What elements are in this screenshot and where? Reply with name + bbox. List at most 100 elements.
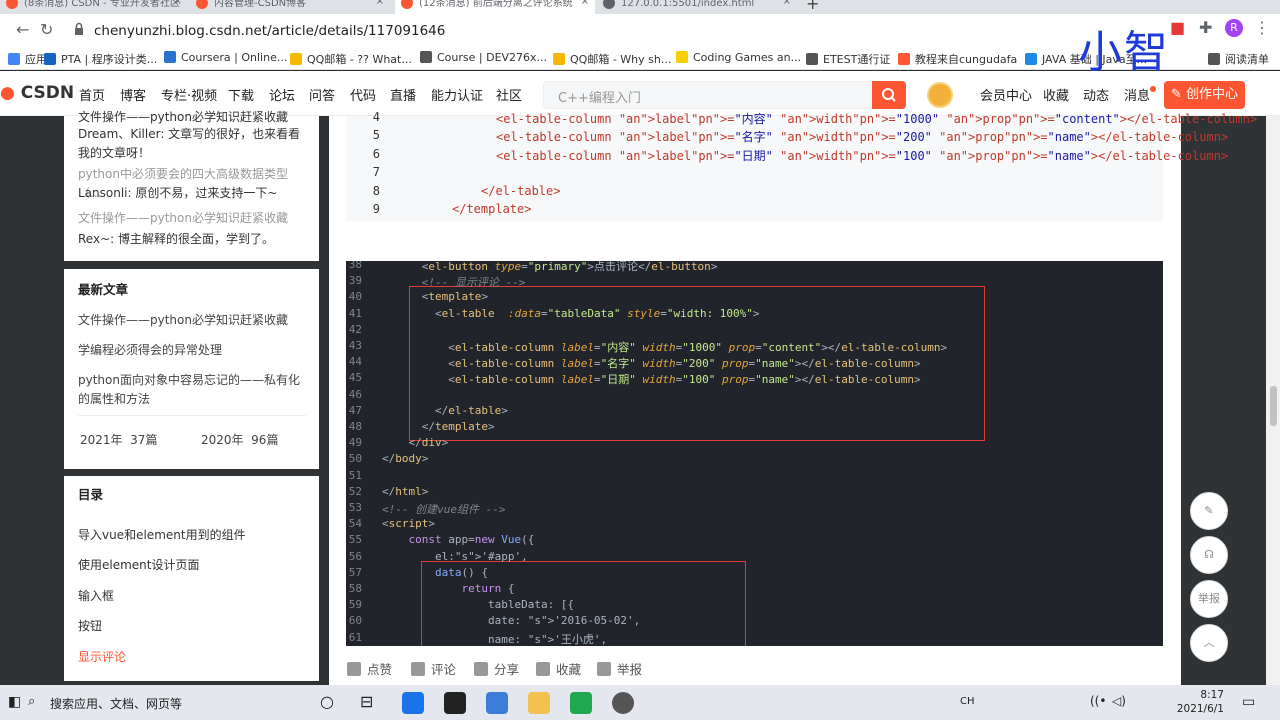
wifi-icon[interactable]: ((• xyxy=(1090,694,1106,708)
nav-item[interactable]: 代码 xyxy=(350,85,376,104)
scrollbar-thumb[interactable] xyxy=(1270,386,1277,426)
line-number: 49 xyxy=(348,436,362,450)
toc-item[interactable]: 输入框 xyxy=(78,587,114,604)
nav-item[interactable]: 下载 xyxy=(228,85,254,104)
toc-item[interactable]: 使用element设计页面 xyxy=(78,556,199,573)
recent-comment[interactable]: Rex~: 博主解释的很全面，学到了。 xyxy=(78,230,308,249)
recent-comment[interactable]: Lansonli: 原创不易，过来支持一下~ xyxy=(78,184,308,203)
volume-icon[interactable]: ◁) xyxy=(1112,694,1126,708)
back-to-top-button[interactable]: ︿ xyxy=(1190,624,1228,662)
toc-item[interactable]: 按钮 xyxy=(78,617,102,634)
code-block-light: 4 <el-table-column "an">label"pn">="内容" "… xyxy=(346,110,1257,221)
profile-avatar[interactable]: R xyxy=(1225,19,1243,37)
action-label: 分享 xyxy=(494,662,520,677)
notifications-icon[interactable]: ▭ xyxy=(1242,694,1255,710)
extension-icon[interactable]: ■ xyxy=(1170,18,1185,37)
scrollbar[interactable] xyxy=(1266,116,1280,685)
bookmark-item[interactable]: 教程来自cungudafa xyxy=(898,51,1017,67)
browser-tab[interactable]: (12条消息) 前后端分离之评论系统 × xyxy=(395,0,595,14)
user-avatar[interactable] xyxy=(927,82,953,108)
bookmark-item[interactable]: Coursera | Online... xyxy=(164,51,287,64)
bookmark-item[interactable]: Course | DEV276x... xyxy=(420,51,547,64)
edit-float-button[interactable]: ✎ xyxy=(1190,492,1228,530)
action-0[interactable]: 点赞 xyxy=(347,659,392,678)
recent-comment[interactable]: 文件操作——python必学知识赶紧收藏 xyxy=(78,209,308,228)
latest-article[interactable]: python面向对象中容易忘记的——私有化的属性和方法 xyxy=(78,371,308,409)
close-icon[interactable]: × xyxy=(581,0,589,7)
support-float-button[interactable]: ☊ xyxy=(1190,536,1228,574)
menu-icon[interactable]: ⋮ xyxy=(1254,18,1270,37)
bookmark-item[interactable]: 应用 xyxy=(8,51,47,67)
search-button[interactable] xyxy=(872,81,906,109)
csdn-logo[interactable]: ● CSDN xyxy=(0,83,74,103)
action-4[interactable]: 举报 xyxy=(597,659,642,678)
create-center-button[interactable]: ✎ 创作中心 xyxy=(1164,81,1245,109)
nav-item[interactable]: 社区 xyxy=(496,85,522,104)
collect-icon xyxy=(536,662,550,676)
puzzle-icon[interactable]: ✚ xyxy=(1199,18,1212,37)
obs-icon[interactable] xyxy=(612,692,634,714)
toc-item[interactable]: 显示评论 xyxy=(78,648,126,665)
recent-comment[interactable]: Dream、Killer: 文章写的很好，也来看看我的文章呀！ xyxy=(78,125,308,163)
bookmark-item[interactable]: QQ邮箱 - Why sh... xyxy=(553,51,671,67)
report-float-button[interactable]: 举报 xyxy=(1190,580,1228,618)
action-3[interactable]: 收藏 xyxy=(536,659,581,678)
action-label: 收藏 xyxy=(556,662,582,677)
share-icon xyxy=(474,662,488,676)
action-label: 举报 xyxy=(617,662,643,677)
line-number: 42 xyxy=(348,322,362,336)
windows-taskbar: ◧ ⌕ 搜索应用、文档、网页等 ○ ⊟ CH ((• ◁) 8:17 2021/6… xyxy=(0,685,1280,720)
bookmark-label: Coding Games an... xyxy=(693,51,802,64)
bookmark-item[interactable]: QQ邮箱 - ?? What... xyxy=(290,51,412,67)
typora-icon[interactable] xyxy=(444,692,466,714)
search-input[interactable]: C++编程入门 xyxy=(543,81,873,109)
action-1[interactable]: 评论 xyxy=(411,659,456,678)
nav-item[interactable]: 博客 xyxy=(120,85,146,104)
nav-item[interactable]: 专栏·视频 xyxy=(161,85,217,104)
line-number: 39 xyxy=(348,274,362,288)
nav-item[interactable]: 直播 xyxy=(390,85,416,104)
line-number: 52 xyxy=(348,484,362,498)
latest-article[interactable]: 学编程必须得会的异常处理 xyxy=(78,341,308,360)
action-2[interactable]: 分享 xyxy=(474,659,519,678)
address-bar[interactable]: chenyunzhi.blog.csdn.net/article/details… xyxy=(94,23,445,39)
close-icon[interactable]: × xyxy=(783,0,791,7)
line-number: 9 xyxy=(372,202,380,216)
nav-item[interactable]: 论坛 xyxy=(269,85,295,104)
chrome-icon[interactable] xyxy=(402,692,424,714)
language-indicator[interactable]: CH xyxy=(960,696,975,707)
latest-article[interactable]: 文件操作——python必学知识赶紧收藏 xyxy=(78,311,308,330)
taskbar-search[interactable]: 搜索应用、文档、网页等 xyxy=(50,695,182,712)
bookmark-item[interactable]: 阅读清单 xyxy=(1208,51,1269,67)
browser-tab[interactable]: 内容管理-CSDN博客 × xyxy=(190,0,390,14)
toc-item[interactable]: 导入vue和element用到的组件 xyxy=(78,526,246,543)
pycharm-icon[interactable] xyxy=(570,692,592,714)
nav-item[interactable]: 能力认证 xyxy=(431,85,483,104)
header-link[interactable]: 会员中心 xyxy=(980,85,1032,104)
windows-start-icon[interactable]: ◧ xyxy=(8,694,21,710)
nav-item[interactable]: 首页 xyxy=(79,85,105,104)
nav-item[interactable]: 问答 xyxy=(309,85,335,104)
back-icon[interactable]: ← xyxy=(16,20,29,39)
reload-icon[interactable]: ↻ xyxy=(40,20,53,39)
archive-item[interactable]: 2021年 37篇 xyxy=(80,431,157,450)
bookmark-item[interactable]: PTA | 程序设计类... xyxy=(44,51,157,67)
close-icon[interactable]: × xyxy=(174,0,182,7)
browser-tab[interactable]: (8条消息) CSDN - 专业开发者社区 × xyxy=(0,0,188,14)
line-number: 53 xyxy=(348,501,362,514)
explorer-icon[interactable] xyxy=(528,692,550,714)
browser-tab[interactable]: 127.0.0.1:5501/index.html × xyxy=(597,0,797,14)
header-link[interactable]: 消息 xyxy=(1124,85,1150,104)
window-icon[interactable] xyxy=(486,692,508,714)
cortana-icon[interactable]: ○ xyxy=(320,692,334,711)
header-link[interactable]: 收藏 xyxy=(1043,85,1069,104)
bookmark-item[interactable]: ETEST通行证 xyxy=(806,51,890,67)
new-tab-icon[interactable]: + xyxy=(806,0,819,13)
bookmark-item[interactable]: Coding Games an... xyxy=(676,51,801,64)
archive-item[interactable]: 2020年 96篇 xyxy=(201,431,278,450)
close-icon[interactable]: × xyxy=(376,0,384,7)
line-number: 58 xyxy=(348,582,362,595)
action-label: 评论 xyxy=(431,662,457,677)
header-link[interactable]: 动态 xyxy=(1083,85,1109,104)
task-view-icon[interactable]: ⊟ xyxy=(360,692,373,711)
